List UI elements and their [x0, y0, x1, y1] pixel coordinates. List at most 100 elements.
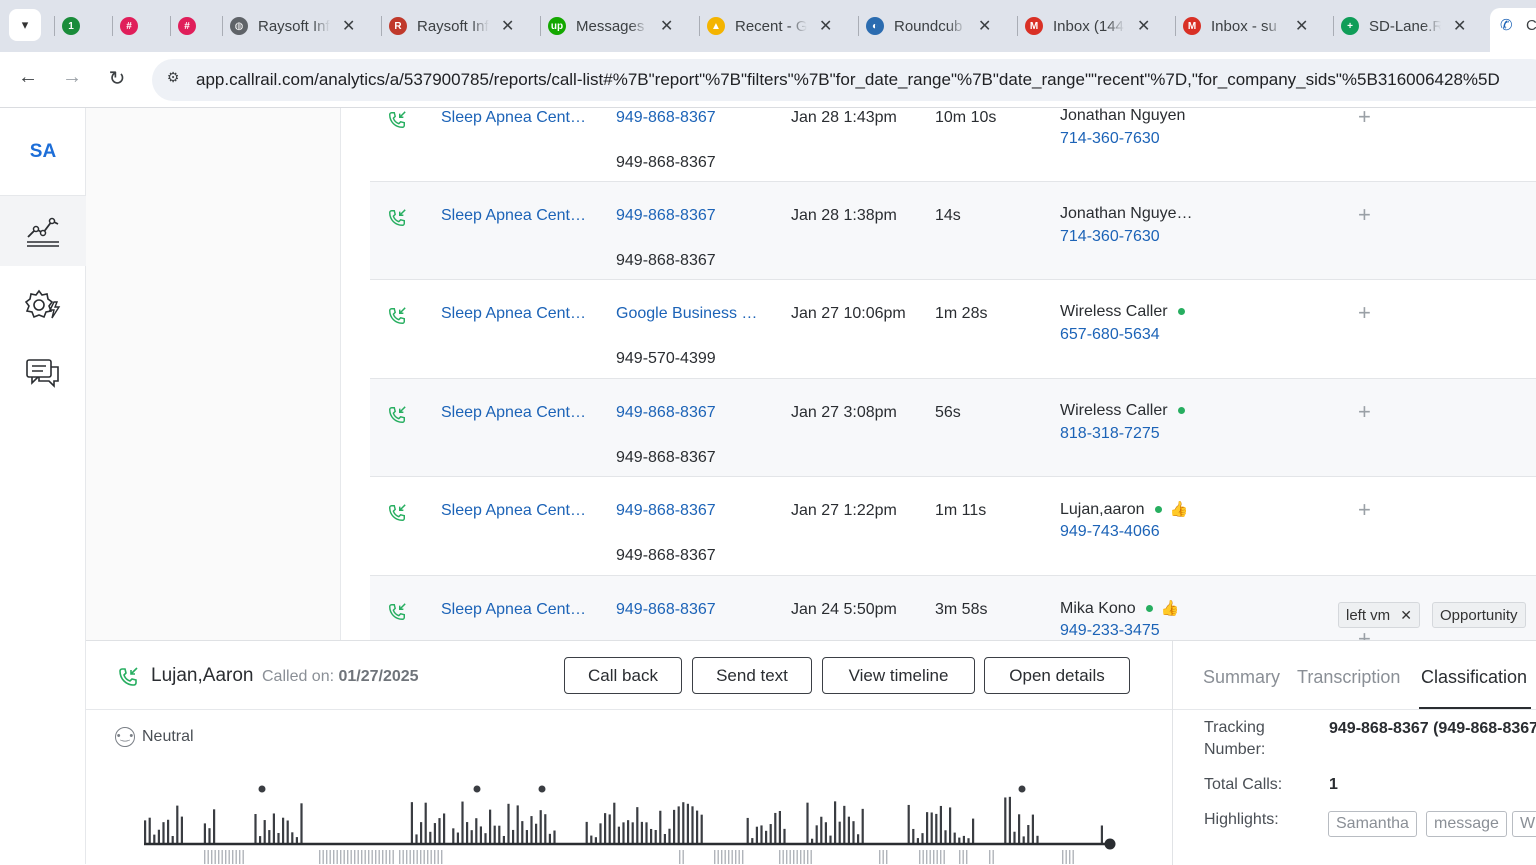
waveform-marker [1018, 785, 1026, 793]
transcript-tick [803, 850, 805, 864]
caller-phone-link[interactable]: 949-743-4066 [1060, 523, 1160, 541]
forward-button[interactable]: → [58, 66, 86, 89]
transcript-tick [420, 850, 422, 864]
table-row[interactable]: Sleep Apnea Cent… 949-868-8367 949-868-836… [370, 108, 1536, 182]
reload-button[interactable]: ↻ [103, 66, 131, 91]
waveform-bar [617, 826, 620, 843]
caller-phone-link[interactable]: 714-360-7630 [1060, 130, 1160, 148]
close-tab-icon[interactable]: ✕ [501, 16, 514, 36]
tracking-number-link[interactable]: Google Business … [616, 305, 757, 323]
waveform-bar [944, 830, 947, 843]
waveform-bar [521, 821, 524, 843]
nav-settings[interactable] [0, 270, 86, 340]
call-source-link[interactable]: Sleep Apnea Cent… [441, 502, 586, 520]
tag-chip[interactable]: Opportunity [1432, 602, 1526, 628]
caller-name[interactable]: Wireless Caller [1060, 402, 1185, 420]
caller-phone-link[interactable]: 714-360-7630 [1060, 228, 1160, 246]
tag-chip[interactable]: left vm ✕ [1338, 602, 1420, 628]
view-timeline-button[interactable]: View timeline [822, 657, 975, 694]
transcript-tick [409, 850, 411, 864]
caller-name[interactable]: Jonathan Nguye… [1060, 205, 1193, 223]
add-tag-icon[interactable]: + [1358, 497, 1371, 523]
browser-tab[interactable]: M Inbox - su ✕ [1183, 8, 1308, 44]
tracking-number-link[interactable]: 949-868-8367 [616, 601, 716, 619]
call-source-link[interactable]: Sleep Apnea Cent… [441, 109, 586, 127]
remove-tag-icon[interactable]: ✕ [1400, 607, 1412, 624]
slack-icon: # [120, 17, 138, 35]
table-row[interactable]: Sleep Apnea Cent… 949-868-8367 949-868-836… [370, 477, 1536, 576]
upwork-icon: up [548, 17, 566, 35]
add-tag-icon[interactable]: + [1358, 626, 1371, 640]
highlight-chip[interactable]: message [1426, 811, 1507, 837]
highlight-chip[interactable]: Wh [1512, 811, 1536, 837]
close-tab-icon[interactable]: ✕ [1137, 16, 1150, 36]
call-source-link[interactable]: Sleep Apnea Cent… [441, 207, 586, 225]
browser-tab[interactable]: up Messages ✕ [548, 8, 673, 44]
address-bar[interactable]: ⚙ app.callrail.com/analytics/a/537900785… [152, 59, 1536, 101]
browser-tab[interactable]: 1 [62, 8, 90, 44]
browser-tab[interactable]: # [120, 8, 148, 44]
close-tab-icon[interactable]: ✕ [1295, 16, 1308, 36]
transcript-tick [714, 850, 716, 864]
waveform-bar [452, 828, 455, 843]
close-tab-icon[interactable]: ✕ [342, 16, 355, 36]
transcript-tick [933, 850, 935, 864]
add-tag-icon[interactable]: + [1358, 399, 1371, 425]
1password-icon: 1 [62, 17, 80, 35]
call-source-link[interactable]: Sleep Apnea Cent… [441, 305, 586, 323]
site-info-icon[interactable]: ⚙ [162, 69, 184, 91]
table-row[interactable]: Sleep Apnea Cent… 949-868-8367 949-868-836… [370, 182, 1536, 280]
back-button[interactable]: ← [14, 66, 42, 89]
caller-name[interactable]: Lujan,aaron 👍 [1060, 500, 1188, 519]
close-tab-icon[interactable]: ✕ [1453, 16, 1466, 36]
tracking-number-link[interactable]: 949-868-8367 [616, 207, 716, 225]
nav-conversations[interactable] [0, 338, 86, 408]
tab-classification[interactable]: Classification [1421, 667, 1527, 688]
call-source-link[interactable]: Sleep Apnea Cent… [441, 601, 586, 619]
caller-phone-link[interactable]: 949-233-3475 [1060, 622, 1160, 640]
tracking-number-link[interactable]: 949-868-8367 [616, 502, 716, 520]
browser-tab[interactable]: + SD-Lane.R ✕ [1341, 8, 1466, 44]
call-source-link[interactable]: Sleep Apnea Cent… [441, 404, 586, 422]
tab-summary[interactable]: Summary [1203, 667, 1280, 688]
call-date: Jan 28 1:43pm [791, 109, 897, 126]
browser-tab[interactable]: ▲ Recent - G ✕ [707, 8, 832, 44]
send-text-button[interactable]: Send text [692, 657, 812, 694]
highlight-chip[interactable]: Samantha [1328, 811, 1417, 837]
close-tab-icon[interactable]: ✕ [660, 16, 673, 36]
call-back-button[interactable]: Call back [564, 657, 682, 694]
close-tab-icon[interactable]: ✕ [819, 16, 832, 36]
browser-tab[interactable]: ◐ Roundcub ✕ [866, 8, 991, 44]
transcript-tick [717, 850, 719, 864]
browser-tab[interactable]: R Raysoft Inf ✕ [389, 8, 514, 44]
nav-analytics[interactable] [0, 196, 86, 266]
tab-transcription[interactable]: Transcription [1297, 667, 1400, 688]
caller-name[interactable]: Mika Kono 👍 [1060, 599, 1179, 618]
caller-phone-link[interactable]: 657-680-5634 [1060, 326, 1160, 344]
browser-tab[interactable]: # [178, 8, 206, 44]
add-tag-icon[interactable]: + [1358, 300, 1371, 326]
browser-tab[interactable]: ◍ Raysoft Inf ✕ [230, 8, 355, 44]
waveform-bar [498, 825, 501, 843]
caller-phone-link[interactable]: 818-318-7275 [1060, 425, 1160, 443]
tracking-number-link[interactable]: 949-868-8367 [616, 404, 716, 422]
tab-active[interactable]: ✆ C [1490, 8, 1536, 52]
open-details-button[interactable]: Open details [984, 657, 1130, 694]
browser-tab[interactable]: M Inbox (144 ✕ [1025, 8, 1150, 44]
caller-name[interactable]: Wireless Caller [1060, 303, 1185, 321]
table-row[interactable]: Sleep Apnea Cent… 949-868-8367 Jan 24 5:50… [370, 576, 1536, 640]
waveform-marker [538, 785, 546, 793]
audio-waveform[interactable] [144, 781, 1124, 865]
table-row[interactable]: Sleep Apnea Cent… 949-868-8367 949-868-836… [370, 379, 1536, 477]
tracking-number-link[interactable]: 949-868-8367 [616, 109, 716, 127]
tab-search-button[interactable]: ▾ [9, 9, 41, 41]
table-row[interactable]: Sleep Apnea Cent… Google Business … 949-57… [370, 280, 1536, 379]
account-badge[interactable]: SA [0, 108, 86, 196]
waveform-bar [295, 837, 298, 843]
add-tag-icon[interactable]: + [1358, 202, 1371, 228]
caller-name[interactable]: Jonathan Nguyen [1060, 108, 1185, 125]
transcript-tick [940, 850, 942, 864]
close-tab-icon[interactable]: ✕ [978, 16, 991, 36]
add-tag-icon[interactable]: + [1358, 108, 1371, 130]
waveform-bar [755, 826, 758, 843]
